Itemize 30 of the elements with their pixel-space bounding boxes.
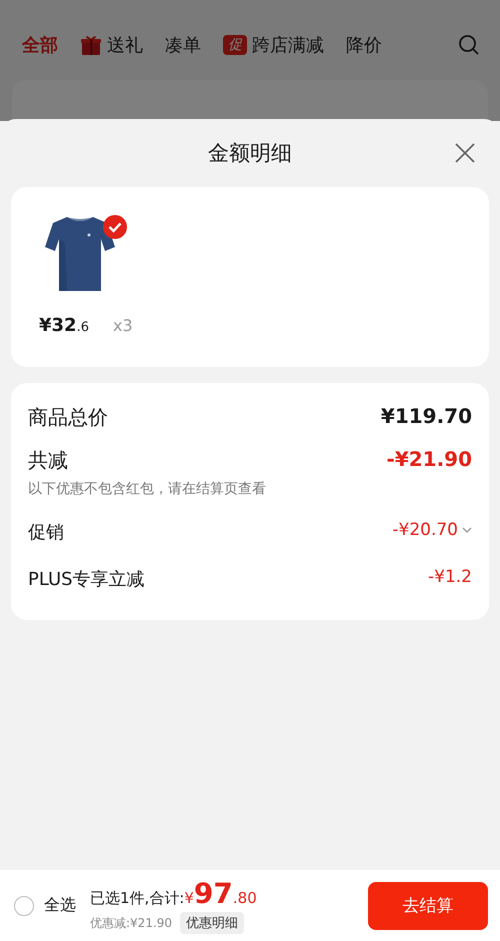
row-label: 商品总价 — [28, 404, 108, 431]
select-all-label[interactable]: 全选 — [44, 895, 76, 916]
product-quantity: x3 — [112, 316, 133, 335]
category-tab[interactable]: 全部 — [22, 33, 58, 57]
row-value: -¥20.70 — [392, 520, 458, 540]
product-price: ¥32.6 — [39, 315, 89, 336]
checkmark-icon[interactable] — [103, 215, 127, 239]
row-label: 共减 — [28, 447, 69, 474]
checkout-button[interactable]: 去结算 — [368, 882, 488, 930]
total-amount: ¥97.80 — [184, 877, 257, 910]
close-icon[interactable] — [453, 141, 477, 165]
category-tab[interactable]: 降价 — [346, 33, 382, 57]
row-label: PLUS专享立减 — [28, 568, 145, 591]
row-value: ¥119.70 — [380, 404, 472, 428]
category-tab[interactable]: 凑单 — [165, 33, 201, 57]
selection-summary: 已选1件,合计: — [90, 889, 184, 908]
discount-summary: 优惠减:¥21.90 — [90, 914, 172, 932]
row-value: -¥1.2 — [428, 567, 472, 587]
promo-badge: 促 — [223, 35, 247, 55]
select-all-radio[interactable] — [14, 896, 34, 916]
search-icon[interactable] — [458, 34, 480, 56]
gift-icon — [80, 34, 102, 56]
sheet-title: 金额明细 — [208, 140, 292, 167]
row-value: -¥21.90 — [386, 447, 472, 471]
row-note: 以下优惠不包含红包，请在结算页查看 — [28, 480, 266, 498]
discount-detail-button[interactable]: 优惠明细 — [180, 912, 244, 934]
chevron-down-icon[interactable] — [462, 527, 472, 533]
category-tab[interactable]: 促 跨店满减 — [223, 33, 324, 57]
row-label: 促销 — [28, 521, 64, 544]
category-tab[interactable]: 送礼 — [80, 33, 143, 57]
